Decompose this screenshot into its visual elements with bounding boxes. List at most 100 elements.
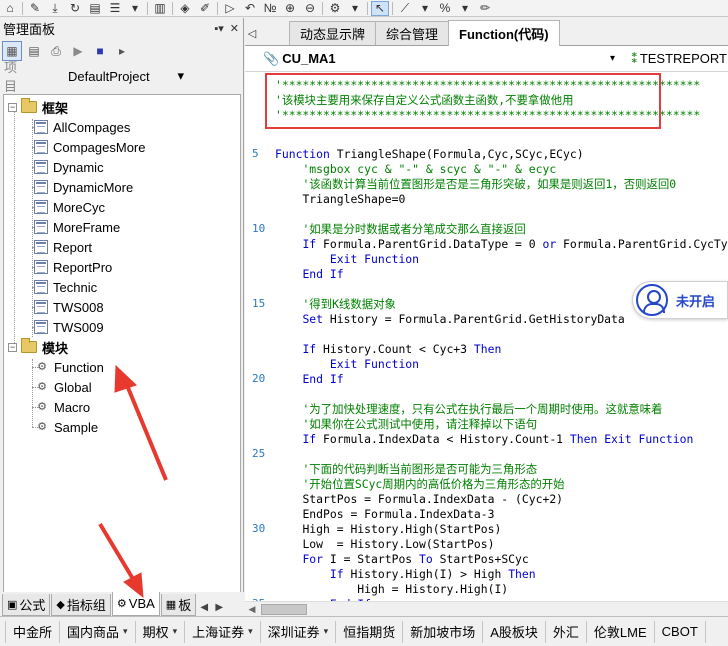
procedure-select[interactable]: ⁑ TESTREPORT [631, 51, 727, 67]
market-tab[interactable]: 中金所 [6, 620, 61, 643]
sync-icon[interactable]: ↻ [66, 1, 84, 16]
tab-vba[interactable]: ⚙ VBA [111, 592, 160, 616]
code-line: For I = StartPos To StartPos+SCyc [275, 552, 528, 567]
alert-icon[interactable]: ◈ [176, 1, 194, 16]
status-badge[interactable]: 未开启 [632, 281, 728, 319]
tree-item[interactable]: DynamicMore [34, 177, 133, 197]
code-token: StartPos = Formula.IndexData - (Cyc+2) [302, 492, 564, 506]
tree-item[interactable]: ⚙ Macro [34, 397, 90, 417]
tree-item[interactable]: Technic [34, 277, 97, 297]
market-tab-label: CBOT [661, 624, 698, 639]
tree-item-label: TWS009 [53, 319, 104, 335]
editor-tab[interactable]: 动态显示牌 [289, 21, 377, 45]
document-icon[interactable]: ▤ [86, 1, 104, 16]
pointer-icon[interactable]: ↖ [371, 0, 389, 16]
dropdown-icon[interactable]: ▾ [346, 1, 364, 16]
chevron-left-icon[interactable]: ◁ [245, 21, 259, 45]
run-icon[interactable]: ▶ [68, 41, 88, 61]
tree-item[interactable]: MoreFrame [34, 217, 120, 237]
market-tab[interactable]: 国内商品 ▾ [60, 620, 136, 643]
tree-item[interactable]: ⚙ Sample [34, 417, 98, 437]
home-icon[interactable]: ⌂ [1, 1, 19, 16]
tree-item[interactable]: MoreCyc [34, 197, 105, 217]
line-number-gutter: 5101520253035 [245, 73, 275, 601]
object-select[interactable]: 📎 CU_MA1 ▾ [263, 49, 619, 69]
market-tab[interactable]: 恒指期货 [336, 620, 404, 643]
tree-item[interactable]: ReportPro [34, 257, 112, 277]
tab-indicator[interactable]: ◆ 指标组 [51, 594, 111, 616]
tab-formula[interactable]: ▣ 公式 [2, 594, 51, 616]
market-tab[interactable]: 期权 ▾ [136, 620, 186, 643]
procedure-icon: ⁑ [631, 50, 638, 66]
market-tab[interactable]: 伦敦LME [587, 620, 655, 643]
undo-icon[interactable]: ↶ [241, 1, 259, 16]
gear-icon[interactable]: ⚙ [326, 1, 344, 16]
chevron-down-icon: ▾ [323, 626, 329, 636]
play-icon[interactable]: ▷ [221, 1, 239, 16]
close-icon[interactable]: ✕ [230, 22, 239, 35]
tree-item[interactable]: Report [34, 237, 92, 257]
chevron-right-icon[interactable]: ▶ [212, 598, 226, 616]
toolbar-separator [392, 1, 393, 15]
code-line: '下面的代码判断当前图形是否可能为三角形态 [275, 462, 537, 477]
tree-item[interactable]: ⚙ Global [34, 377, 92, 397]
collapse-icon[interactable]: − [8, 102, 17, 112]
code-line: End If [275, 267, 343, 282]
line-number: 25 [252, 447, 266, 460]
market-tab[interactable]: 深圳证券 ▾ [261, 620, 337, 643]
menu-icon[interactable]: ☰ [106, 1, 124, 16]
tree-item[interactable]: CompagesMore [34, 137, 146, 157]
market-tab[interactable]: 新加坡市场 [403, 620, 484, 643]
collapse-icon[interactable]: − [8, 342, 17, 352]
dropdown-icon[interactable]: ▾ [456, 1, 474, 16]
code-line: If Formula.ParentGrid.DataType = 0 or Fo… [275, 237, 728, 252]
chevron-left-icon[interactable]: ◀ [197, 598, 211, 616]
project-select[interactable]: DefaultProject ▾ [62, 66, 190, 86]
zoom-out-icon[interactable]: ⊖ [301, 1, 319, 16]
code-line: '开始位置SCyc周期内的高低价格为三角形态的开始 [275, 477, 564, 492]
tree-folder-module[interactable]: − 模块 [8, 337, 68, 357]
dropdown-icon[interactable]: ▾ [126, 1, 144, 16]
line-icon[interactable]: ⟋ [396, 1, 414, 16]
vba-icon: ⚙ [116, 598, 127, 610]
percent-icon[interactable]: % [436, 1, 454, 16]
zoom-in-icon[interactable]: ⊕ [281, 1, 299, 16]
tree-item[interactable]: TWS008 [34, 297, 104, 317]
horizontal-scrollbar[interactable]: ◀ [245, 601, 728, 616]
market-tab[interactable]: 上海证券 ▾ [185, 620, 261, 643]
tree-item[interactable]: AllCompages [34, 117, 130, 137]
chart-icon[interactable]: ▥ [151, 1, 169, 16]
number-icon[interactable]: № [261, 1, 279, 16]
pen-icon[interactable]: ✎ [26, 1, 44, 16]
tree-item[interactable]: TWS009 [34, 317, 104, 337]
draw-icon[interactable]: ✏ [476, 1, 494, 16]
download-icon[interactable]: ⤓ [46, 1, 64, 16]
code-token: '如果是分时数据或者分笔成交那么直接返回 [302, 222, 526, 236]
editor-tab[interactable]: Function(代码) [448, 20, 560, 46]
options-icon[interactable]: ▸ [112, 41, 132, 61]
scroll-thumb[interactable] [261, 603, 307, 615]
code-token: Then [508, 567, 536, 581]
code-line: Function TriangleShape(Formula,Cyc,SCyc,… [275, 147, 584, 162]
market-tab[interactable]: CBOT [655, 620, 706, 643]
tree-item[interactable]: Dynamic [34, 157, 104, 177]
market-bar: 中金所 国内商品 ▾ 期权 ▾ 上海证券 ▾ 深圳证券 ▾ 恒指期货 新加坡市场 A股板块 外汇 伦敦LM… [0, 616, 728, 646]
tree-item[interactable]: ⚙ Function [34, 357, 104, 377]
stop-icon[interactable]: ■ [90, 41, 110, 61]
app-window: ⌂ ✎ ⤓ ↻ ▤ ☰ ▾ ▥ ◈ ✐ ▷ ↶ № ⊕ ⊖ ⚙ ▾ ↖ ⟋ ▾ … [0, 0, 728, 646]
code-area[interactable]: 5101520253035 '*************************… [245, 73, 728, 601]
editor-tab[interactable]: 综合管理 [375, 21, 450, 45]
code-token: If [329, 567, 344, 581]
market-tab[interactable]: A股板块 [483, 620, 546, 643]
dropdown-icon[interactable]: ▾ [416, 1, 434, 16]
form-icon [34, 200, 48, 214]
market-tab[interactable]: 外汇 [546, 620, 587, 643]
tree-folder-framework[interactable]: − 框架 [8, 97, 68, 117]
code-token: If [302, 432, 317, 446]
pin-icon[interactable]: ▪▾ [214, 22, 223, 35]
tab-board[interactable]: ▦ 板 [160, 594, 197, 616]
edit-icon[interactable]: ✐ [196, 1, 214, 16]
scroll-left-icon[interactable]: ◀ [245, 604, 259, 615]
